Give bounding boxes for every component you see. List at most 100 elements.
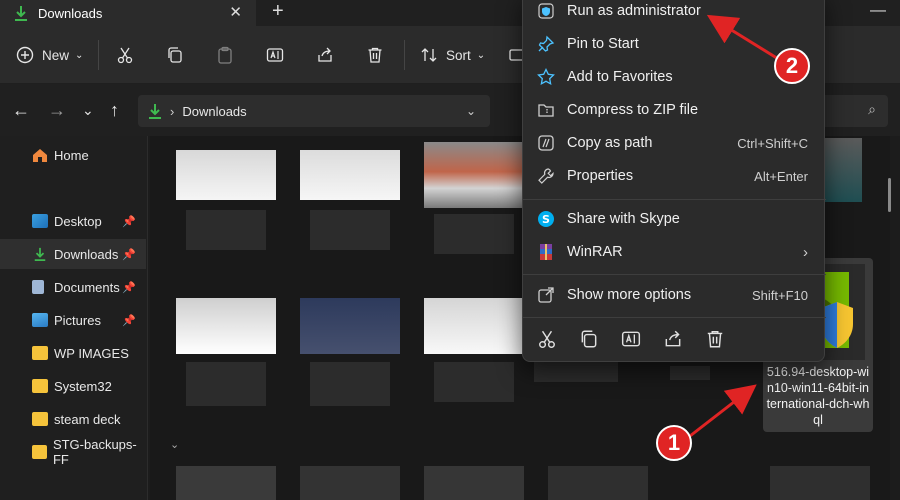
scissors-icon[interactable] <box>537 329 557 349</box>
delete-button[interactable] <box>366 42 384 68</box>
pin-icon[interactable]: 📌 <box>122 215 136 228</box>
window-controls[interactable]: — <box>870 2 886 20</box>
download-icon <box>15 6 27 21</box>
sidebar-item-home[interactable]: Home <box>0 140 146 170</box>
menu-item-show-more-options[interactable]: Show more options Shift+F10 <box>523 279 826 311</box>
vertical-scrollbar[interactable] <box>888 178 891 212</box>
copy-button[interactable] <box>166 42 184 68</box>
chevron-down-icon: ⌄ <box>75 49 84 61</box>
folder-icon <box>32 346 48 360</box>
sidebar-item-documents[interactable]: Documents 📌 <box>0 272 146 302</box>
menu-item-compress-to-zip[interactable]: Compress to ZIP file <box>523 94 826 126</box>
copy-icon <box>168 47 182 63</box>
sidebar-item-label: Pictures <box>54 312 101 328</box>
menu-item-run-as-administrator[interactable]: Run as administrator <box>523 0 826 27</box>
menu-item-winrar[interactable]: WinRAR › <box>523 236 826 268</box>
file-thumbnail[interactable] <box>300 466 400 500</box>
paste-button[interactable] <box>216 42 234 68</box>
new-tab-button[interactable]: + <box>272 0 284 23</box>
address-bar[interactable]: › Downloads ⌄ <box>138 95 490 127</box>
menu-item-label: Add to Favorites <box>567 69 673 85</box>
menu-item-label: Pin to Start <box>567 36 639 52</box>
rename-icon <box>266 48 284 62</box>
breadcrumb-downloads[interactable]: Downloads <box>182 104 246 119</box>
sidebar-item-label: Documents <box>54 279 120 295</box>
back-arrow-icon[interactable]: ← <box>12 100 30 121</box>
share-button[interactable] <box>316 42 334 68</box>
file-thumbnail[interactable] <box>424 142 524 208</box>
sidebar-item-system32[interactable]: System32 <box>0 371 146 401</box>
up-arrow-icon[interactable]: ↑ <box>110 100 119 121</box>
file-label-blurred <box>434 362 514 402</box>
file-label-blurred <box>534 362 618 382</box>
folder-icon <box>32 412 48 426</box>
skype-icon: S <box>538 211 554 227</box>
file-thumbnail[interactable] <box>176 150 276 200</box>
rename-icon[interactable] <box>621 329 641 349</box>
file-thumbnail[interactable] <box>548 466 648 500</box>
share-icon[interactable] <box>663 329 683 349</box>
rename-button[interactable] <box>266 42 284 68</box>
share-icon <box>318 47 332 62</box>
documents-icon <box>32 280 44 294</box>
menu-separator <box>523 274 826 275</box>
sidebar-item-label: Downloads <box>54 246 119 262</box>
shield-icon <box>538 3 554 19</box>
sort-button[interactable]: Sort ⌄ <box>420 42 485 68</box>
star-icon <box>537 68 555 86</box>
menu-item-shortcut: Ctrl+Shift+C <box>737 135 808 151</box>
trash-icon <box>368 47 382 63</box>
menu-item-label: WinRAR <box>567 244 623 260</box>
copy-icon[interactable] <box>579 329 599 349</box>
close-tab-icon[interactable]: ✕ <box>229 3 242 21</box>
new-button[interactable]: New ⌄ <box>16 42 83 68</box>
sidebar-item-desktop[interactable]: Desktop 📌 <box>0 206 146 236</box>
file-thumbnail[interactable] <box>770 466 870 500</box>
file-thumbnail[interactable] <box>176 466 276 500</box>
sidebar-item-pictures[interactable]: Pictures 📌 <box>0 305 146 335</box>
clipboard-icon <box>218 46 232 64</box>
pin-icon[interactable]: 📌 <box>122 281 136 294</box>
sidebar-item-steam-deck[interactable]: steam deck <box>0 404 146 434</box>
navigation-pane: Home Desktop 📌 Downloads 📌 Documents 📌 P… <box>0 136 148 500</box>
sort-icon <box>421 48 437 62</box>
menu-item-copy-as-path[interactable]: Copy as path Ctrl+Shift+C <box>523 127 826 159</box>
download-icon <box>149 104 161 119</box>
recent-locations-chevron-icon[interactable]: ⌄ <box>82 102 94 119</box>
sidebar-item-label: steam deck <box>54 411 121 427</box>
file-label-blurred <box>310 362 390 406</box>
sidebar-item-label: System32 <box>54 378 112 394</box>
more-options-icon <box>538 287 554 303</box>
selected-file-name: 516.94-desktop-win10-win11-64bit-interna… <box>766 365 870 427</box>
group-chevron-icon[interactable]: ⌄ <box>170 438 179 451</box>
file-thumbnail[interactable] <box>300 298 400 354</box>
file-thumbnail[interactable] <box>424 466 524 500</box>
pin-icon[interactable]: 📌 <box>122 314 136 327</box>
chevron-down-icon: ⌄ <box>476 49 486 61</box>
file-thumbnail[interactable] <box>300 150 400 200</box>
new-label: New <box>42 47 70 63</box>
menu-item-share-with-skype[interactable]: S Share with Skype <box>523 203 826 235</box>
file-thumbnail[interactable] <box>424 298 524 354</box>
file-thumbnail[interactable] <box>176 298 276 354</box>
pin-icon[interactable]: 📌 <box>122 248 136 261</box>
menu-item-properties[interactable]: Properties Alt+Enter <box>523 160 826 192</box>
sidebar-item-stg-backups[interactable]: STG-backups-FF <box>0 437 146 467</box>
trash-icon[interactable] <box>705 329 725 349</box>
sidebar-item-label: WP IMAGES <box>54 345 129 361</box>
sidebar-item-wp-images[interactable]: WP IMAGES <box>0 338 146 368</box>
menu-separator <box>523 317 826 318</box>
cut-button[interactable] <box>116 42 134 68</box>
file-thumbnail[interactable] <box>820 138 862 202</box>
plus-circle-icon <box>16 46 34 64</box>
pictures-icon <box>32 313 48 327</box>
sidebar-item-downloads[interactable]: Downloads 📌 <box>0 239 146 269</box>
svg-text:S: S <box>542 213 550 226</box>
scissors-icon <box>117 47 133 64</box>
submenu-chevron-icon: › <box>803 243 808 261</box>
address-dropdown-icon[interactable]: ⌄ <box>466 104 476 118</box>
forward-arrow-icon[interactable]: → <box>48 100 66 121</box>
search-icon: ⌕ <box>868 101 876 117</box>
menu-item-label: Compress to ZIP file <box>567 102 699 118</box>
tab-downloads[interactable]: Downloads ✕ <box>0 0 256 26</box>
